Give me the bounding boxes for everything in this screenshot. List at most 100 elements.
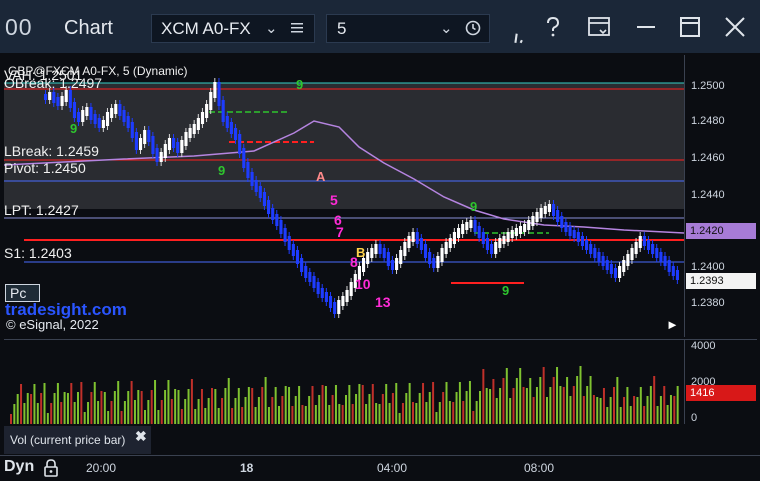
price-axis[interactable]: 1.2500 1.2480 1.2460 1.2440 1.2400 1.238…	[684, 55, 757, 337]
candle-body	[130, 122, 134, 138]
volume-bar	[291, 406, 294, 424]
volume-bar	[646, 396, 649, 424]
candle-body	[333, 302, 337, 314]
sequence-marker: 9	[70, 121, 77, 136]
candle-body	[151, 136, 155, 154]
price-chart-canvas[interactable]: AB5678101399999	[4, 55, 684, 337]
clock-icon[interactable]	[465, 20, 481, 36]
volume-bar	[197, 399, 200, 424]
volume-bar	[495, 398, 498, 424]
candle-body	[432, 258, 436, 268]
volume-bar	[405, 393, 408, 424]
candle-body	[254, 180, 258, 192]
scroll-to-end-icon[interactable]: ►	[666, 317, 679, 332]
volume-bar	[361, 385, 364, 424]
candle-body	[490, 244, 494, 254]
close-icon[interactable]: ✖	[135, 428, 147, 445]
candle-body	[349, 282, 353, 296]
symbol-selector[interactable]: XCM A0-FX ⌄	[151, 14, 315, 43]
volume-bar	[579, 366, 582, 424]
volume-bar	[200, 389, 203, 424]
list-icon[interactable]	[290, 21, 304, 35]
candle-body	[452, 232, 456, 244]
candle-body	[444, 242, 448, 254]
volume-canvas[interactable]	[4, 340, 684, 424]
sequence-marker: 9	[470, 199, 477, 214]
candle-body	[60, 96, 64, 106]
candle-body	[267, 200, 271, 214]
volume-bar	[271, 397, 274, 424]
volume-bar	[515, 378, 518, 424]
volume-bar	[107, 411, 110, 424]
draw-tool-icon[interactable]	[505, 22, 531, 48]
help-icon[interactable]	[540, 14, 566, 40]
volume-axis[interactable]: 4000 2000 0	[684, 339, 757, 424]
candle-body	[675, 270, 679, 280]
volume-bar	[284, 386, 287, 424]
candle-body	[374, 244, 378, 254]
volume-bar	[499, 388, 502, 424]
candle-body	[196, 118, 200, 130]
volume-bar	[482, 369, 485, 424]
volume-bar	[489, 389, 492, 424]
layout-menu-icon[interactable]	[586, 14, 612, 40]
candle-body	[494, 242, 498, 254]
candle-body	[585, 240, 589, 250]
candle-body	[291, 244, 295, 256]
volume-bar	[385, 384, 388, 424]
volume-bar	[174, 389, 177, 424]
volume-panel[interactable]	[4, 339, 684, 424]
candle-body	[618, 266, 622, 278]
candle-body	[671, 266, 675, 276]
volume-bar	[502, 378, 505, 424]
volume-bar	[633, 396, 636, 424]
lbreak-label: LBreak: 1.2459	[4, 143, 99, 159]
sequence-marker: 9	[218, 163, 225, 178]
interval-selector[interactable]: 5 ⌄	[326, 14, 490, 43]
candle-body	[531, 216, 535, 226]
volume-bar	[666, 405, 669, 424]
volume-bar	[318, 395, 321, 424]
candle-body	[147, 130, 151, 142]
volume-bar	[619, 407, 622, 424]
volume-bar	[170, 399, 173, 424]
price-chart[interactable]: A B 5 6 7 8 10 13 9 9 9 9 9 GBP@FXCM A0-FX, 5 (Dynam…	[4, 55, 684, 337]
volume-bar	[133, 400, 136, 424]
candle-body	[527, 220, 531, 230]
candle-body	[395, 258, 399, 270]
volume-bar	[452, 402, 455, 424]
candle-body	[477, 226, 481, 238]
volume-bar	[46, 413, 49, 424]
candle-body	[535, 212, 539, 222]
candle-body	[213, 82, 217, 98]
volume-bar	[602, 388, 605, 424]
volume-bar	[636, 397, 639, 424]
chevron-down-icon[interactable]: ⌄	[440, 19, 453, 37]
price-tick: 1.2380	[691, 297, 725, 309]
volume-bar	[378, 404, 381, 424]
minimize-icon[interactable]	[633, 14, 659, 40]
price-tick: 1.2500	[691, 80, 725, 92]
volume-bar	[509, 398, 512, 424]
window-title: Chart	[64, 17, 113, 39]
volume-bar	[355, 394, 358, 424]
close-icon[interactable]	[722, 14, 748, 40]
volume-bar	[532, 397, 535, 424]
candle-body	[547, 204, 551, 212]
volume-bar	[214, 389, 217, 424]
candle-body	[638, 236, 642, 248]
candle-body	[114, 104, 118, 114]
volume-bar	[616, 377, 619, 424]
maximize-icon[interactable]	[677, 14, 703, 40]
lock-icon[interactable]	[43, 458, 59, 478]
candle-body	[159, 152, 163, 162]
candle-body	[589, 244, 593, 254]
candle-body	[308, 272, 312, 282]
volume-study-label[interactable]: Vol (current price bar) ✖	[4, 426, 151, 454]
dynamic-mode-label[interactable]: Dyn	[4, 458, 34, 476]
volume-bar	[147, 400, 150, 424]
candle-body	[233, 128, 238, 140]
chevron-down-icon[interactable]: ⌄	[265, 19, 278, 37]
volume-bar	[669, 395, 672, 424]
volume-bar	[422, 383, 425, 424]
